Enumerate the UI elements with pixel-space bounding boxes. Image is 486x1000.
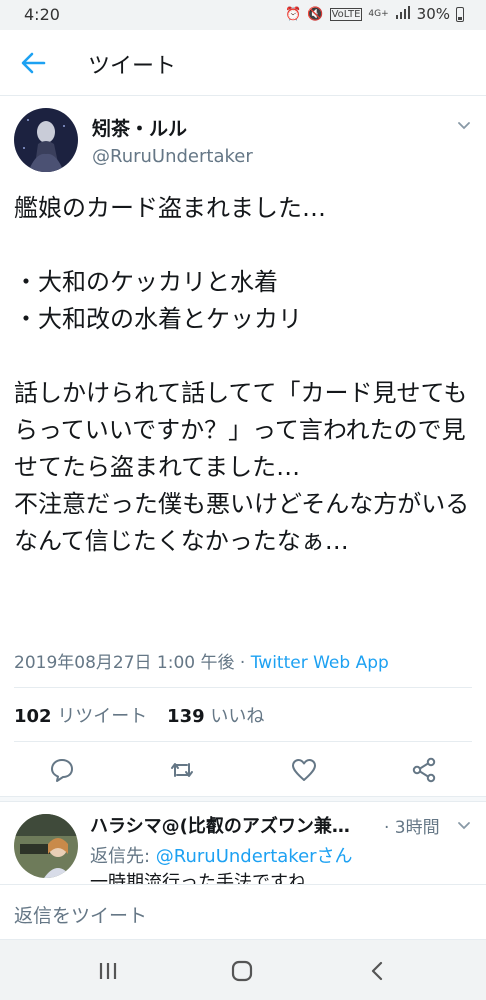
alarm-icon: ⏰ [285, 6, 302, 22]
tweet-actions [0, 750, 486, 790]
reply-text-content: 一時期流行った手法ですね [90, 872, 306, 884]
reply-input[interactable]: 返信をツイート [14, 901, 147, 928]
status-icons: ⏰ 🔇 VoLTE 4G+ 30% [285, 5, 464, 23]
recent-apps-icon[interactable] [96, 960, 120, 982]
compose-bar[interactable]: 返信をツイート [0, 884, 486, 940]
share-icon[interactable] [410, 756, 438, 784]
reply-to-label: 返信先: [90, 846, 156, 867]
reply-icon[interactable] [48, 756, 76, 784]
home-icon[interactable] [230, 960, 254, 982]
retweet-count[interactable]: 102 [14, 706, 52, 727]
meta-separator: · [234, 653, 251, 673]
source-link[interactable]: Twitter Web App [251, 653, 389, 673]
tweet-stats: 102 リツイート 139 いいね [14, 702, 278, 728]
like-label[interactable]: いいね [210, 706, 264, 727]
reply-time: · 3時間 [384, 818, 440, 838]
battery-icon [456, 6, 464, 22]
tweet-timestamp: 2019年08月27日 1:00 午後 [14, 653, 235, 673]
reply-text: 一時期流行った手法ですね [90, 870, 306, 884]
page-title: ツイート [88, 54, 177, 79]
avatar[interactable] [14, 108, 78, 172]
chevron-down-icon[interactable] [456, 118, 472, 134]
tweet-meta: 2019年08月27日 1:00 午後 · Twitter Web App [14, 648, 389, 673]
battery-percent: 30% [416, 5, 450, 23]
divider [14, 687, 472, 688]
tweet-text: 艦娘のカード盗まれました… ・大和のケッカリと水着 ・大和改の水着とケッカリ 話… [14, 190, 474, 560]
system-nav-bar [0, 940, 486, 1000]
retweet-label[interactable]: リツイート [57, 706, 147, 727]
back-nav-icon[interactable] [366, 960, 390, 982]
divider [14, 741, 472, 742]
reply-to: 返信先: @RuruUndertakerさん [90, 842, 353, 868]
reply-avatar[interactable] [14, 814, 78, 878]
retweet-icon[interactable] [168, 756, 196, 784]
like-icon[interactable] [290, 756, 318, 784]
status-bar: 4:20 ⏰ 🔇 VoLTE 4G+ 30% [0, 0, 486, 30]
volte-icon: VoLTE [329, 7, 363, 21]
tweet-text-content: 艦娘のカード盗まれました… ・大和のケッカリと水着 ・大和改の水着とケッカリ 話… [14, 194, 470, 555]
signal-icon [395, 5, 411, 23]
username[interactable]: @RuruUndertaker [92, 146, 253, 167]
like-count[interactable]: 139 [167, 706, 205, 727]
app-header: ツイート [0, 30, 486, 96]
section-separator [0, 796, 486, 802]
chevron-down-icon[interactable] [456, 818, 472, 834]
4g-icon: 4G+ [368, 9, 389, 19]
status-time: 4:20 [24, 5, 60, 24]
arrow-left-icon[interactable] [18, 49, 48, 77]
mute-icon: 🔇 [307, 6, 324, 22]
reply-to-handle[interactable]: @RuruUndertaker [156, 846, 317, 867]
reply-to-suffix: さん [316, 846, 353, 867]
reply-display-name[interactable]: ハラシマ@(比叡のアズワン兼… [90, 812, 380, 838]
display-name[interactable]: 矧茶・ルル [92, 114, 187, 141]
